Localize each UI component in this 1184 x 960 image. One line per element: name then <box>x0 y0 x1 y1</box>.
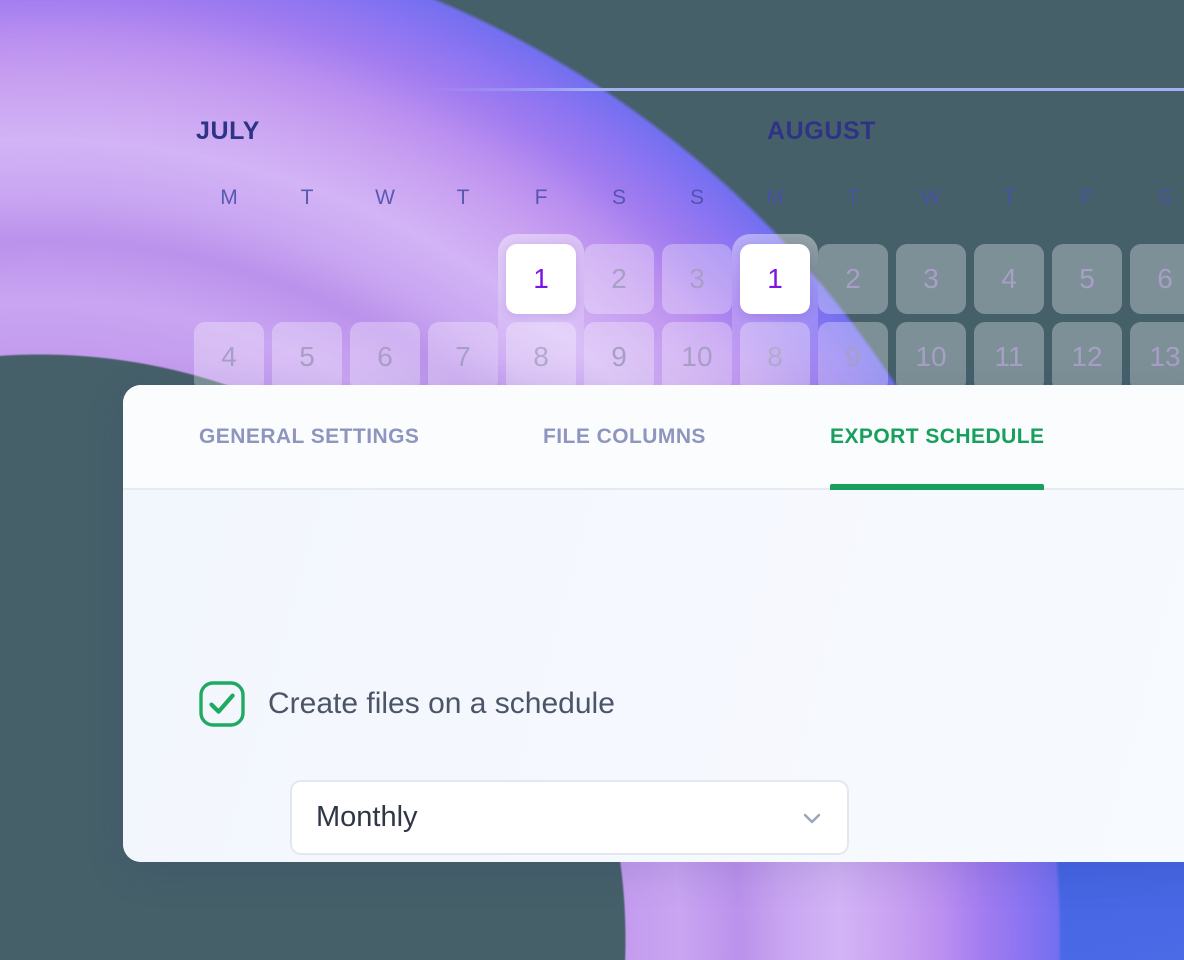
calendar-day-cell[interactable]: 2 <box>584 244 654 314</box>
calendar-day-cell[interactable]: 5 <box>1052 244 1122 314</box>
calendar-day-cell[interactable]: 4 <box>974 244 1044 314</box>
calendar-day-cell[interactable]: 10 <box>662 322 732 392</box>
calendar-day-initial-9: W <box>921 186 941 209</box>
calendar-month-headers: JULY AUGUST <box>0 0 1184 145</box>
calendar-day-initial-5: S <box>611 186 626 209</box>
calendar-day-cell[interactable]: 5 <box>272 322 342 392</box>
tab-export-schedule[interactable]: EXPORT SCHEDULE <box>830 385 1045 490</box>
tab-export-schedule-label: EXPORT SCHEDULE <box>830 424 1045 448</box>
calendar-day-initial-4: F <box>534 186 548 209</box>
tab-general-settings[interactable]: GENERAL SETTINGS <box>199 385 419 488</box>
tab-file-columns-label: FILE COLUMNS <box>543 424 706 448</box>
calendar-day-cell[interactable]: 1 <box>740 244 810 314</box>
calendar-day-cell[interactable]: 2 <box>818 244 888 314</box>
calendar-day-cell-blank <box>272 244 342 314</box>
calendar-day-cell[interactable]: 6 <box>1130 244 1184 314</box>
frequency-select-value: Monthly <box>316 801 418 833</box>
calendar-day-initial-6: S <box>689 186 704 209</box>
calendar-day-initial-1: T <box>300 186 314 209</box>
calendar-day-cell[interactable]: 9 <box>818 322 888 392</box>
create-files-on-schedule-row: Create files on a schedule <box>199 681 615 727</box>
calendar-day-cell[interactable]: 13 <box>1130 322 1184 392</box>
frequency-select[interactable]: Monthly <box>290 780 849 855</box>
calendar-day-cell-blank <box>194 244 264 314</box>
calendar-day-cell[interactable]: 9 <box>584 322 654 392</box>
calendar-day-initial-11: F <box>1080 186 1094 209</box>
tab-general-settings-label: GENERAL SETTINGS <box>199 424 420 448</box>
calendar-day-cell[interactable]: 7 <box>428 322 498 392</box>
calendar-day-cell[interactable]: 1 <box>506 244 576 314</box>
calendar-day-initial-2: W <box>375 186 395 209</box>
calendar-day-cell[interactable]: 12 <box>1052 322 1122 392</box>
calendar-day-initial-8: T <box>846 186 860 209</box>
calendar-day-initial-7: M <box>766 186 784 209</box>
calendar-date-grid: 1 2 3 1 2 3 4 5 6 4 5 6 7 8 9 10 8 9 10 11 12 13 <box>0 234 1184 396</box>
month-label-july: JULY <box>196 117 261 145</box>
create-files-checkbox-label: Create files on a schedule <box>268 687 615 720</box>
export-schedule-panel: Create files on a schedule Monthly <box>123 490 1184 862</box>
chevron-down-icon <box>799 805 825 831</box>
calendar-day-cell[interactable]: 6 <box>350 322 420 392</box>
calendar-day-cell[interactable]: 4 <box>194 322 264 392</box>
calendar-day-cell-blank <box>428 244 498 314</box>
calendar-day-initial-3: T <box>456 186 470 209</box>
calendar-day-cell[interactable]: 3 <box>896 244 966 314</box>
calendar-day-cell[interactable]: 11 <box>974 322 1044 392</box>
create-files-checkbox[interactable] <box>199 681 245 727</box>
month-label-august: AUGUST <box>767 117 877 145</box>
calendar-day-initials-row: MTWTFSSMTWTFS <box>0 186 1184 218</box>
calendar-day-initial-10: T <box>1002 186 1016 209</box>
tab-file-columns[interactable]: FILE COLUMNS <box>543 385 706 488</box>
calendar-day-initial-0: M <box>220 186 238 209</box>
checkmark-icon <box>209 693 235 714</box>
settings-card: GENERAL SETTINGS FILE COLUMNS EXPORT SCH… <box>123 385 1184 862</box>
screenshot-root: JULY AUGUST MTWTFSSMTWTFS 12312345645678… <box>0 0 1184 960</box>
calendar-day-cell[interactable]: 8 <box>506 322 576 392</box>
calendar-day-cell-blank <box>350 244 420 314</box>
calendar-day-initial-12: S <box>1157 186 1172 209</box>
calendar-day-cell[interactable]: 10 <box>896 322 966 392</box>
calendar-day-cell[interactable]: 8 <box>740 322 810 392</box>
tab-bar: GENERAL SETTINGS FILE COLUMNS EXPORT SCH… <box>123 385 1184 490</box>
calendar-day-cell[interactable]: 3 <box>662 244 732 314</box>
